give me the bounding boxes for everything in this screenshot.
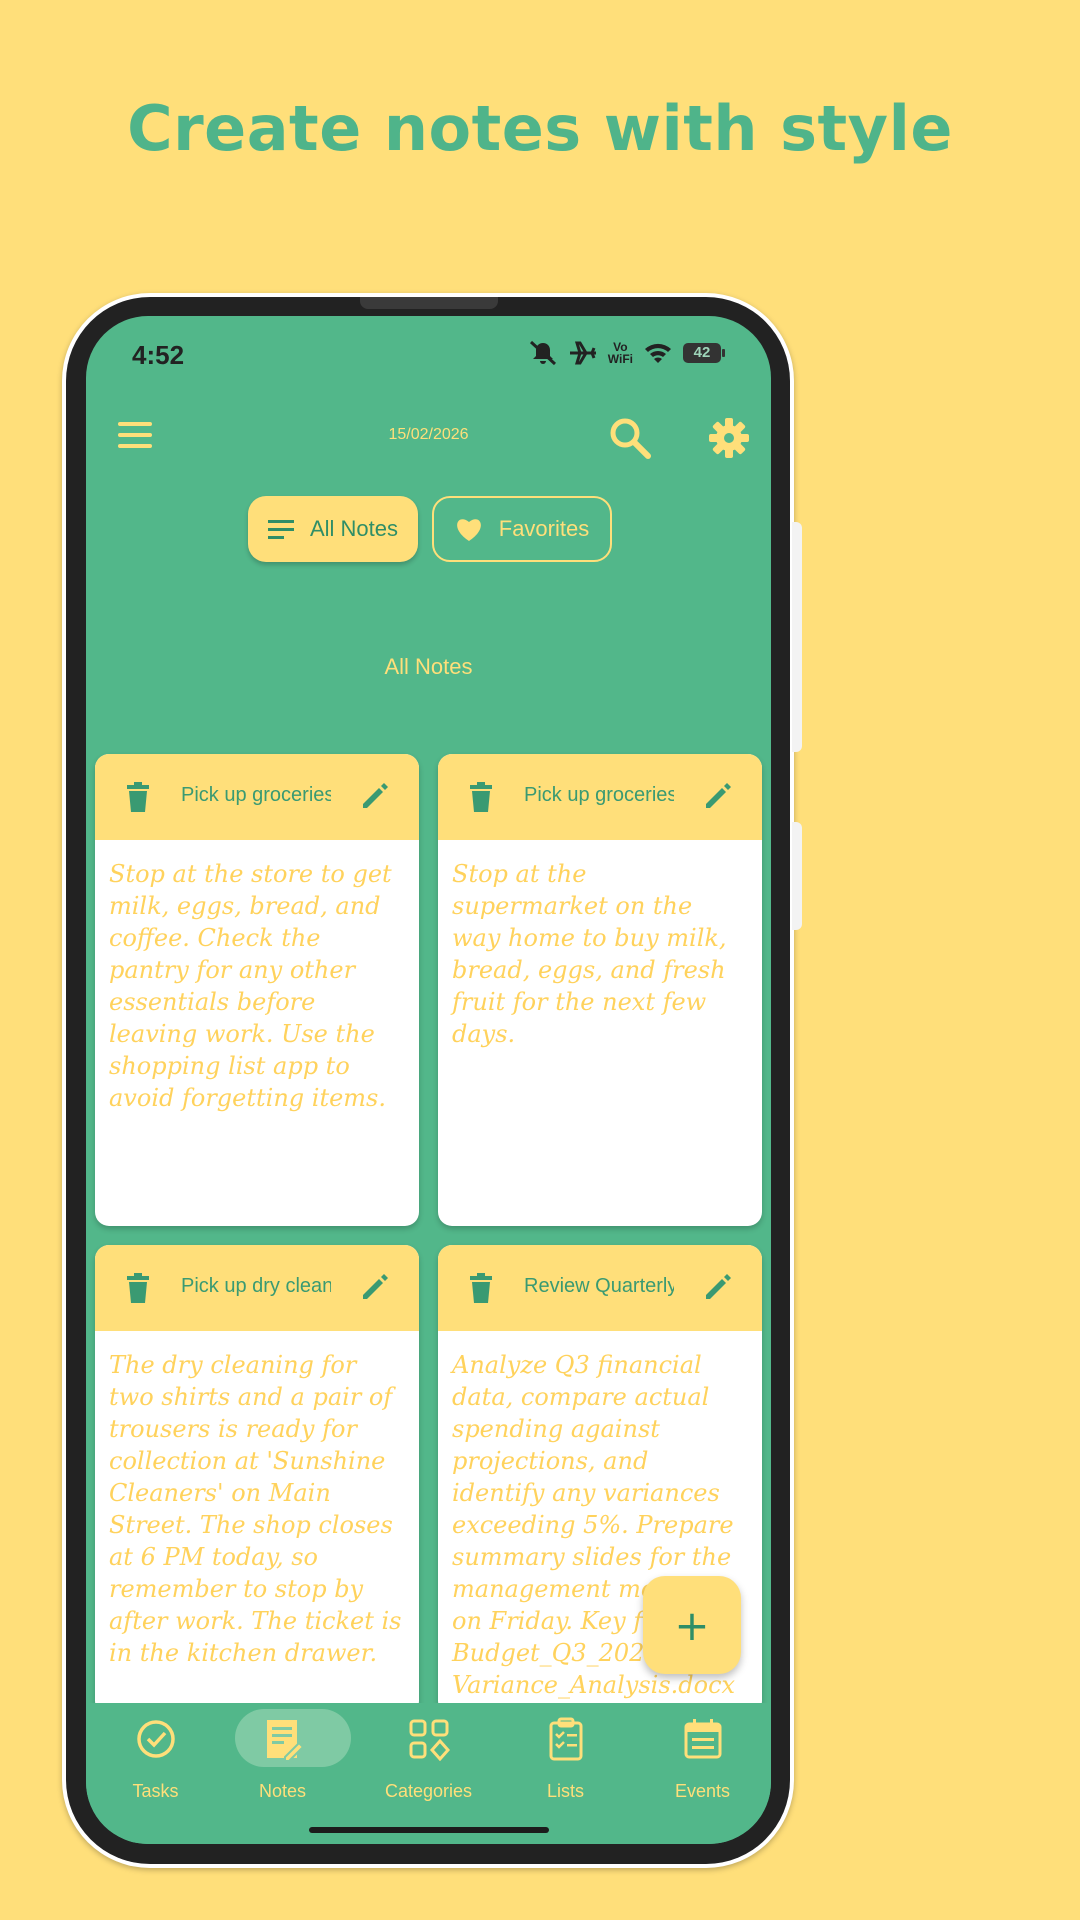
phone-speaker [360,297,498,309]
categories-icon [409,1719,450,1761]
nav-item-notes[interactable]: Notes [214,1703,351,1813]
phone-side-button [792,522,802,752]
nav-label: Notes [258,1781,307,1801]
edit-icon[interactable] [359,780,391,812]
airplane-mode-icon [569,341,596,365]
note-title: Pick up groceries on [181,784,331,806]
wifi-icon [645,343,671,363]
heart-icon [456,519,481,541]
bottom-navigation: Tasks Notes Categories Lists Events [86,1703,771,1844]
note-title: Pick up groceries ap [524,784,674,806]
note-card[interactable]: Pick up groceries on Stop at the store t… [95,754,419,1226]
page-headline: Create notes with style [127,92,953,165]
nav-item-categories[interactable]: Categories [360,1703,497,1813]
note-card-header: Pick up groceries on [95,754,419,840]
phone-side-button [792,822,802,930]
note-body: Stop at the supermarket on the way home … [452,860,727,1048]
mute-icon [529,340,556,366]
nav-item-events[interactable]: Events [634,1703,771,1813]
trash-icon[interactable] [125,1273,151,1303]
trash-icon[interactable] [468,1273,494,1303]
note-card-header: Pick up groceries ap [438,754,762,840]
note-card[interactable]: Pick up dry cleaning The dry cleaning fo… [95,1245,419,1715]
edit-icon[interactable] [702,780,734,812]
nav-label: Lists [546,1781,584,1801]
nav-label: Events [674,1781,731,1801]
search-icon[interactable] [608,416,652,460]
clipboard-list-icon [549,1717,582,1761]
note-title: Review Quarterly B [524,1275,674,1297]
battery-indicator: 42 [683,343,725,363]
note-title: Pick up dry cleaning [181,1275,331,1297]
nav-label: Categories [384,1781,473,1801]
app-screen: 4:52 Vo WiFi 42 15/02/2026 All Notes Fav… [86,316,771,1844]
favorites-chip-label: Favorites [498,516,590,541]
note-card-header: Pick up dry cleaning [95,1245,419,1331]
note-card-header: Review Quarterly B [438,1245,762,1331]
note-body: Stop at the store to get milk, eggs, bre… [109,860,392,1112]
nav-label: Tasks [132,1781,179,1801]
section-title: All Notes [384,654,473,679]
note-card[interactable]: Pick up groceries ap Stop at the superma… [438,754,762,1226]
check-circle-icon [136,1720,175,1758]
gear-icon[interactable] [707,416,751,460]
trash-icon[interactable] [468,782,494,812]
vowifi-label: Vo WiFi [607,340,633,366]
add-note-button[interactable]: + [643,1576,741,1674]
calendar-icon [684,1719,721,1759]
nav-item-tasks[interactable]: Tasks [87,1703,224,1813]
trash-icon[interactable] [125,782,151,812]
nav-item-lists[interactable]: Lists [497,1703,634,1813]
all-notes-chip[interactable]: All Notes [248,496,418,562]
edit-icon[interactable] [702,1271,734,1303]
home-indicator[interactable] [309,1827,549,1833]
all-notes-chip-label: All Notes [309,516,399,541]
date-label: 15/02/2026 [388,426,469,443]
status-icons: Vo WiFi 42 [528,340,725,366]
edit-icon[interactable] [359,1271,391,1303]
favorites-chip[interactable]: Favorites [432,496,612,562]
note-edit-icon [266,1720,304,1761]
note-body: The dry cleaning for two shirts and a pa… [109,1351,402,1667]
status-time: 4:52 [132,340,185,370]
list-icon [267,520,294,539]
